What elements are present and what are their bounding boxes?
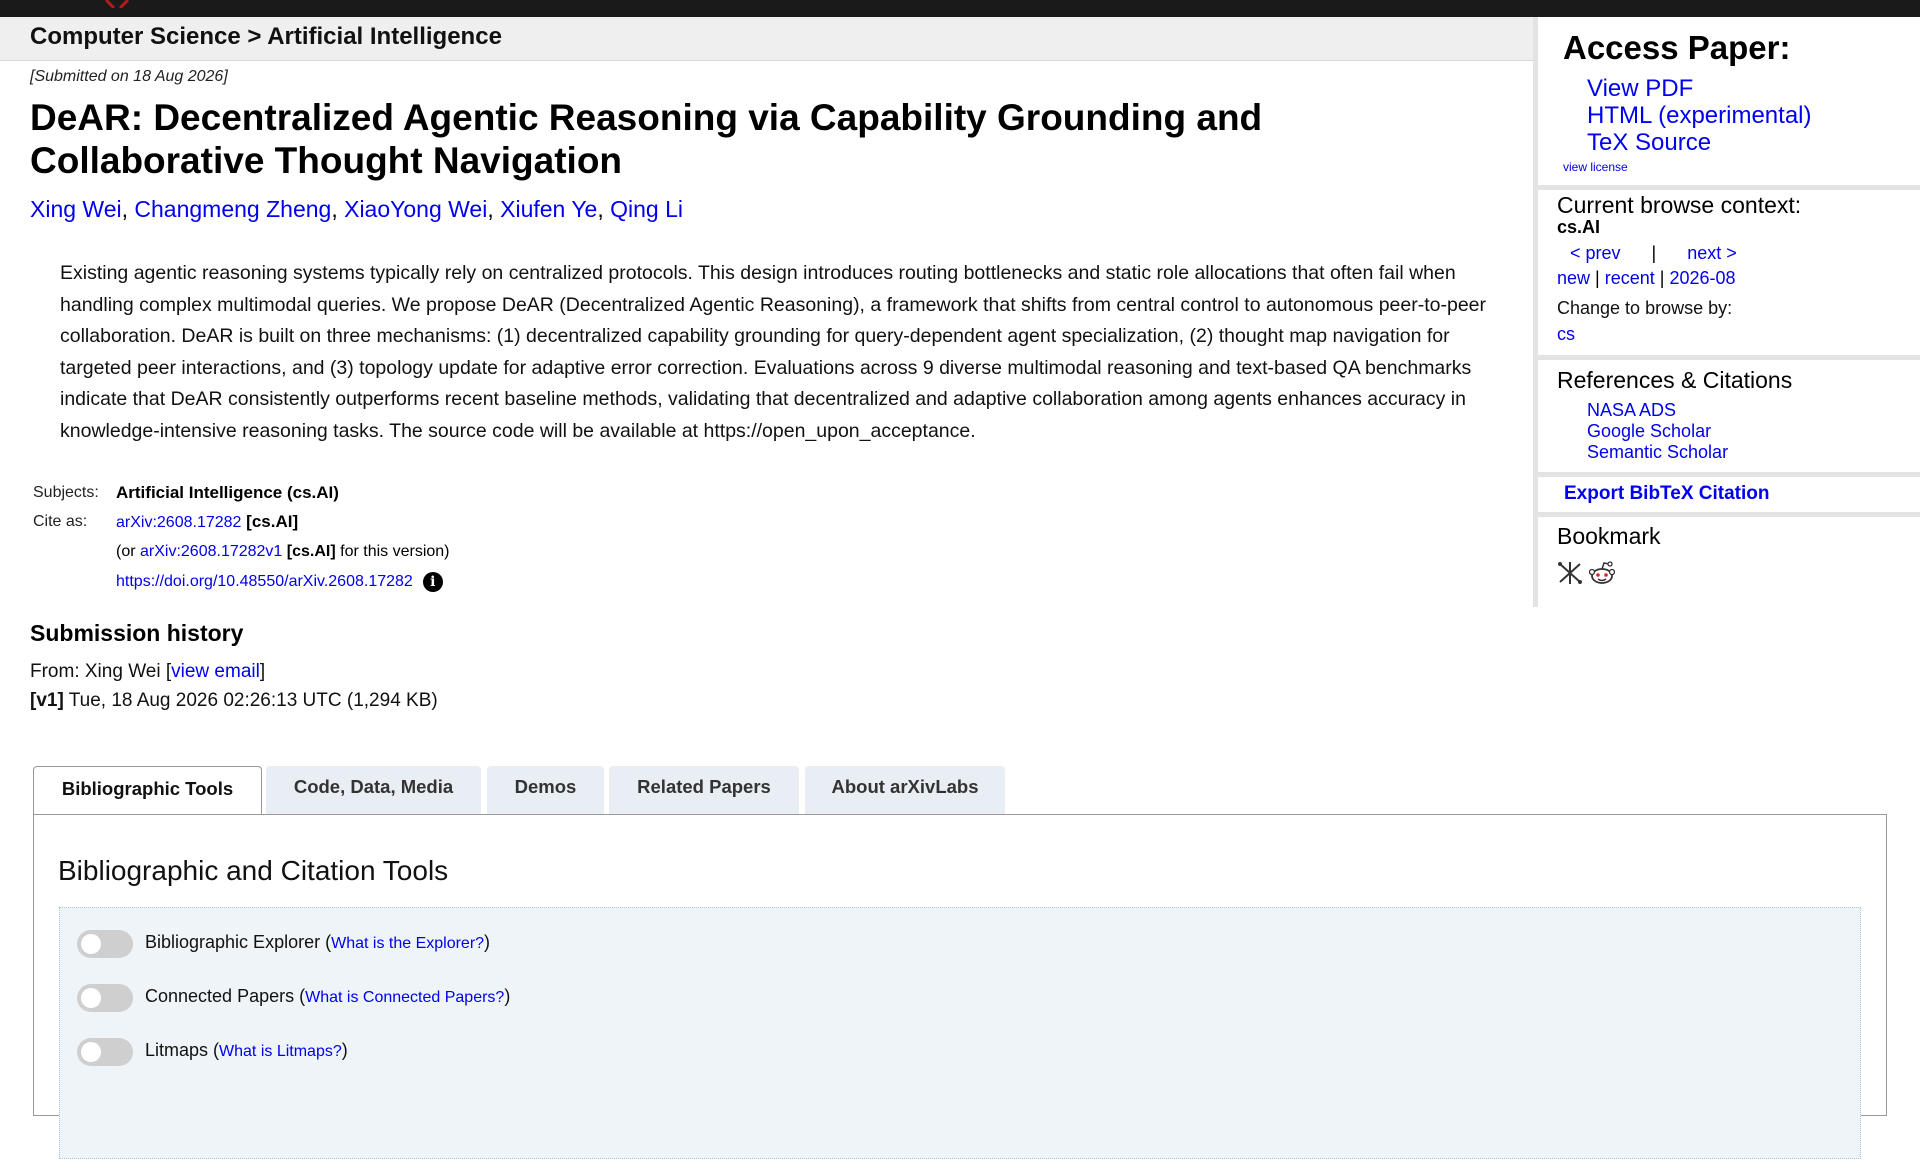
author-link[interactable]: XiaoYong Wei	[344, 196, 487, 222]
connected-papers-help-link[interactable]: What is Connected Papers?	[305, 989, 504, 1006]
submitter-text: From: Xing Wei [	[30, 661, 172, 682]
view-license-link[interactable]: view license	[1563, 160, 1628, 174]
nav-separator: |	[1659, 268, 1665, 288]
connected-papers-toggle[interactable]	[77, 984, 133, 1012]
version-prefix: (or	[116, 543, 140, 560]
litmaps-help-link[interactable]: What is Litmaps?	[219, 1043, 342, 1060]
author-link[interactable]: Xiufen Ye	[500, 196, 597, 222]
paper-title: DeAR: Decentralized Agentic Reasoning vi…	[30, 97, 1263, 181]
version-date: Tue, 18 Aug 2026 02:26:13 UTC (1,294 KB)	[63, 690, 438, 711]
cite-category: [cs.AI]	[246, 512, 299, 531]
month-link[interactable]: 2026-08	[1670, 268, 1736, 288]
abstract: Existing agentic reasoning systems typic…	[60, 262, 1487, 442]
tab-related-papers[interactable]: Related Papers	[609, 766, 799, 814]
toggle-knob	[81, 1042, 101, 1062]
sidebar-divider	[1538, 185, 1920, 190]
toggle-suffix: )	[504, 986, 511, 1006]
nav-separator: |	[1651, 243, 1657, 263]
bookmark-heading: Bookmark	[1557, 523, 1661, 549]
version-id-link[interactable]: arXiv:2608.17282v1	[140, 543, 282, 560]
next-link[interactable]: next >	[1687, 243, 1737, 263]
author-separator: ,	[487, 196, 501, 222]
sidebar-divider	[1538, 355, 1920, 360]
prev-link[interactable]: < prev	[1570, 243, 1621, 263]
author-link[interactable]: Xing Wei	[30, 196, 122, 222]
toggle-label: Bibliographic Explorer (	[145, 932, 332, 952]
doi-link[interactable]: https://doi.org/10.48550/arXiv.2608.1728…	[116, 573, 413, 590]
explorer-help-link[interactable]: What is the Explorer?	[331, 935, 484, 952]
cite-as-label: Cite as:	[33, 513, 88, 530]
tab-bibliographic-tools[interactable]: Bibliographic Tools	[33, 766, 262, 816]
browse-cs-link[interactable]: cs	[1557, 324, 1575, 345]
reddit-icon[interactable]	[1589, 560, 1616, 586]
change-browse-label: Change to browse by:	[1557, 298, 1733, 318]
breadcrumb[interactable]: Computer Science > Artificial Intelligen…	[30, 23, 502, 51]
tab-about-arxivlabs[interactable]: About arXivLabs	[805, 766, 1005, 814]
toggle-label: Connected Papers (	[145, 986, 306, 1006]
arxiv-logo-icon[interactable]	[100, 0, 130, 8]
author-separator: ,	[331, 196, 345, 222]
semantic-scholar-link[interactable]: Semantic Scholar	[1587, 442, 1728, 463]
info-icon[interactable]: i	[422, 571, 443, 592]
author-link[interactable]: Qing Li	[610, 196, 683, 222]
author-separator: ,	[597, 196, 611, 222]
sidebar-divider	[1538, 472, 1920, 477]
bibliographic-tools-panel: Bibliographic and Citation Tools Bibliog…	[33, 814, 1887, 1159]
breadcrumb-bar: Computer Science > Artificial Intelligen…	[0, 17, 1533, 61]
subjects-label: Subjects:	[33, 484, 99, 501]
nasa-ads-link[interactable]: NASA ADS	[1587, 400, 1728, 421]
cite-id-link[interactable]: arXiv:2608.17282	[116, 514, 241, 531]
toggle-suffix: )	[341, 1040, 348, 1060]
toggle-label: Litmaps (	[145, 1040, 220, 1060]
version-label[interactable]: [v1]	[30, 690, 64, 711]
view-pdf-link[interactable]: View PDF	[1587, 75, 1812, 102]
sidebar-divider	[1538, 512, 1920, 517]
tab-demos[interactable]: Demos	[487, 766, 604, 814]
html-experimental-link[interactable]: HTML (experimental)	[1587, 102, 1812, 129]
export-bibtex-link[interactable]: Export BibTeX Citation	[1564, 483, 1769, 505]
author-link[interactable]: Changmeng Zheng	[134, 196, 331, 222]
version-suffix: for this version)	[335, 543, 450, 560]
bibliographic-explorer-toggle[interactable]	[77, 930, 133, 958]
view-email-link[interactable]: view email	[171, 661, 260, 682]
top-bar	[0, 0, 1920, 17]
author-separator: ,	[121, 196, 135, 222]
sidebar-edge	[1533, 17, 1538, 607]
metadata-table: Subjects: Artificial Intelligence (cs.AI…	[30, 478, 450, 596]
access-links: View PDF HTML (experimental) TeX Source	[1587, 75, 1812, 156]
submission-history-heading: Submission history	[30, 620, 244, 646]
version-category: [cs.AI]	[286, 543, 336, 560]
references-links: NASA ADS Google Scholar Semantic Scholar	[1587, 400, 1728, 463]
new-link[interactable]: new	[1557, 268, 1590, 288]
toggle-knob	[81, 988, 101, 1008]
google-scholar-link[interactable]: Google Scholar	[1587, 421, 1728, 442]
nav-separator: |	[1595, 268, 1600, 288]
author-list: Xing Wei, Changmeng Zheng, XiaoYong Wei,…	[30, 196, 683, 223]
browse-nav: < prev | next >	[1570, 243, 1737, 264]
toggle-list: Bibliographic Explorer (What is the Expl…	[59, 907, 1861, 1159]
toggle-knob	[81, 934, 101, 954]
version-entry: [v1] Tue, 18 Aug 2026 02:26:13 UTC (1,29…	[30, 690, 438, 712]
submission-date: [Submitted on 18 Aug 2026]	[30, 68, 228, 85]
bookmark-icons	[1557, 560, 1617, 588]
panel-heading: Bibliographic and Citation Tools	[58, 855, 449, 886]
access-paper-heading: Access Paper:	[1563, 29, 1791, 66]
references-heading: References & Citations	[1557, 367, 1793, 393]
submitter-suffix: ]	[259, 661, 266, 682]
recent-link[interactable]: recent	[1605, 268, 1655, 288]
browse-listing-nav: new | recent | 2026-08	[1557, 268, 1736, 289]
litmaps-toggle[interactable]	[77, 1038, 133, 1066]
sidebar: Access Paper: View PDF HTML (experimenta…	[1533, 17, 1920, 607]
browse-context-heading: Current browse context:	[1557, 192, 1802, 218]
tab-code-data-media[interactable]: Code, Data, Media	[266, 766, 481, 814]
browse-context-value: cs.AI	[1557, 217, 1601, 237]
submitter-line: From: Xing Wei [view email]	[30, 661, 265, 683]
tex-source-link[interactable]: TeX Source	[1587, 129, 1812, 156]
toggle-suffix: )	[484, 932, 491, 952]
subjects-value: Artificial Intelligence (cs.AI)	[116, 483, 339, 502]
bibsonomy-icon[interactable]	[1557, 560, 1583, 586]
